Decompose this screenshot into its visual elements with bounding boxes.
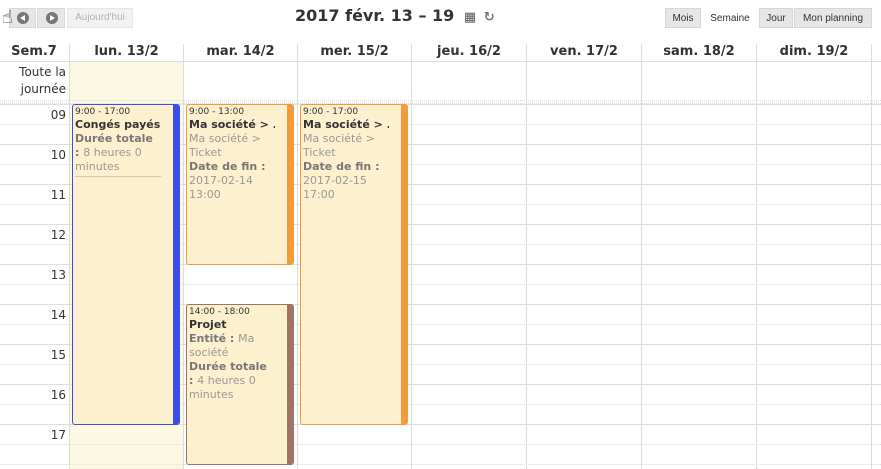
event-title: Congés payés [75,118,161,131]
event-time: 9:00 - 13:00 [189,107,245,117]
view-month-button[interactable]: Mois [665,8,701,28]
event-title: Ma société > ... [303,118,389,131]
chevron-right-icon [46,12,58,24]
event-projet[interactable]: 14:00 - 18:00 Projet Entité : Ma société… [186,304,294,465]
view-my-planning-button[interactable]: Mon planning [794,8,872,28]
allday-divider [0,100,881,101]
event-color-stripe [173,105,179,424]
day-header-sun[interactable]: dim. 19/2 [757,44,871,61]
event-subtitle: Ma société > Ticket [303,132,375,159]
event-color-stripe [401,105,407,424]
event-title: Projet [189,318,227,331]
duration-label: Durée totale [75,132,153,145]
event-time: 9:00 - 17:00 [75,107,131,117]
all-day-label-line1: Toute la [19,65,66,79]
half-hour-line [0,444,881,445]
day-header-thu[interactable]: jeu. 16/2 [412,44,526,61]
hour-label: 11 [50,188,66,202]
column-divider [69,44,70,469]
refresh-icon[interactable]: ↻ [484,10,495,25]
hour-label: 15 [50,348,66,362]
view-week-button[interactable]: Semaine [702,8,758,28]
hour-label: 10 [50,148,66,162]
hour-label: 17 [50,428,66,442]
chevron-left-icon [17,12,29,24]
day-header-wed[interactable]: mer. 15/2 [298,44,411,61]
duration-value: 8 heures 0 minutes [75,146,142,173]
entity-label: Entité [189,332,227,345]
column-divider [411,44,412,469]
column-divider [526,44,527,469]
page-title: 2017 févr. 13 – 19 ▦ ↻ [295,6,495,25]
event-subtitle: Ma société > Ticket [189,132,261,159]
view-day-button[interactable]: Jour [759,8,793,28]
end-date-value: 2017-02-14 13:00 [189,174,253,201]
hour-label: 13 [50,268,66,282]
bottom-line [0,464,881,465]
day-header-fri[interactable]: ven. 17/2 [527,44,641,61]
prev-button[interactable] [9,8,36,28]
day-header-sat[interactable]: sam. 18/2 [642,44,756,61]
date-range-title: 2017 févr. 13 – 19 [295,6,455,25]
hour-label: 12 [50,228,66,242]
event-color-stripe [287,105,293,264]
event-ticket-tuesday[interactable]: 9:00 - 13:00 Ma société > ... Ma société… [186,104,294,265]
today-button[interactable]: Aujourd'hui [67,8,133,28]
duration-label: Durée totale [189,360,267,373]
hour-label: 09 [50,108,66,122]
column-divider [183,44,184,469]
hand-cursor-icon: ☝ [2,7,13,28]
all-day-label-line2: journée [20,82,66,96]
event-color-stripe [287,305,293,464]
week-number: Sem.7 [11,44,57,59]
event-conges-payes[interactable]: 9:00 - 17:00 Congés payés Durée totale :… [72,104,180,425]
day-header-mon[interactable]: lun. 13/2 [70,44,183,61]
column-divider [871,44,872,469]
all-day-label: Toute la journée [6,64,66,98]
end-date-value: 2017-02-15 17:00 [303,174,367,201]
duration-value: 4 heures 0 minutes [189,374,256,401]
event-time: 14:00 - 18:00 [189,307,250,317]
column-divider [756,44,757,469]
hour-label: 16 [50,388,66,402]
end-date-label: Date de fin [189,160,258,173]
column-divider [641,44,642,469]
event-title: Ma société > ... [189,118,275,131]
day-header-tue[interactable]: mar. 14/2 [184,44,297,61]
column-divider [297,44,298,469]
hour-label: 14 [50,308,66,322]
event-ticket-wednesday[interactable]: 9:00 - 17:00 Ma société > ... Ma société… [300,104,408,425]
next-button[interactable] [37,8,65,28]
header-divider [0,61,881,62]
event-time: 9:00 - 17:00 [303,107,359,117]
calendar-icon[interactable]: ▦ [464,10,476,25]
end-date-label: Date de fin [303,160,372,173]
